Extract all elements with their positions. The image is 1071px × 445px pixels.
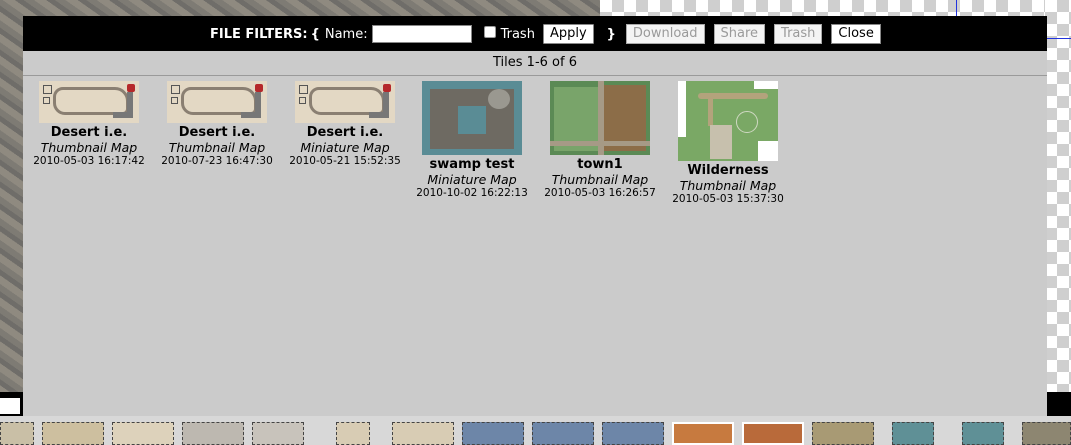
- tile-name: Desert i.e.: [50, 125, 128, 140]
- tile-type: Thumbnail Map: [679, 178, 777, 193]
- tile-name: Desert i.e.: [178, 125, 256, 140]
- share-button[interactable]: Share: [713, 24, 766, 44]
- tile-name: Desert i.e.: [306, 125, 384, 140]
- filter-title: FILE FILTERS:: [210, 26, 308, 42]
- desert-map-thumbnail[interactable]: [39, 81, 139, 123]
- apply-button[interactable]: Apply: [542, 24, 594, 44]
- grid-guide-line: [1045, 38, 1071, 39]
- tile-item[interactable]: Desert i.e. Miniature Map 2010-05-21 15:…: [285, 81, 405, 168]
- left-panel-edge-white: [0, 398, 20, 414]
- strip-tile[interactable]: [182, 422, 244, 445]
- tile-date: 2010-05-03 16:26:57: [544, 187, 656, 199]
- strip-tile[interactable]: [392, 422, 454, 445]
- tile-date: 2010-05-21 15:52:35: [289, 155, 401, 167]
- strip-tile[interactable]: [252, 422, 304, 445]
- strip-tile[interactable]: [812, 422, 874, 445]
- tile-date: 2010-05-03 16:17:42: [33, 155, 145, 167]
- strip-tile[interactable]: [602, 422, 664, 445]
- grid-guide-line: [956, 0, 957, 16]
- tile-date: 2010-05-03 15:37:30: [672, 193, 784, 205]
- tile-type: Thumbnail Map: [40, 140, 138, 155]
- transparent-checker-top: [600, 0, 1045, 16]
- trash-filter-label: Trash: [500, 26, 535, 42]
- tiles-count-label: Tiles 1-6 of 6: [23, 51, 1047, 76]
- strip-tile[interactable]: [42, 422, 104, 445]
- strip-tile[interactable]: [532, 422, 594, 445]
- open-brace: {: [310, 26, 320, 42]
- tile-item[interactable]: Desert i.e. Thumbnail Map 2010-07-23 16:…: [157, 81, 277, 168]
- tile-item[interactable]: Wilderness Thumbnail Map 2010-05-03 15:3…: [668, 81, 788, 206]
- town-map-thumbnail[interactable]: [550, 81, 650, 155]
- tile-name: swamp test: [429, 157, 515, 172]
- strip-tile[interactable]: [462, 422, 524, 445]
- trash-checkbox[interactable]: [483, 26, 496, 38]
- download-button[interactable]: Download: [625, 24, 705, 44]
- strip-tile[interactable]: [962, 422, 1004, 445]
- strip-tile[interactable]: [1022, 422, 1071, 445]
- strip-tile[interactable]: [892, 422, 934, 445]
- tile-item[interactable]: swamp test Miniature Map 2010-10-02 16:2…: [412, 81, 532, 200]
- tile-item[interactable]: town1 Thumbnail Map 2010-05-03 16:26:57: [540, 81, 660, 200]
- bottom-tile-strip[interactable]: [0, 416, 1071, 445]
- transparent-checker-background: [1045, 0, 1071, 445]
- tile-type: Thumbnail Map: [551, 172, 649, 187]
- swamp-map-thumbnail[interactable]: [422, 81, 522, 155]
- trash-button[interactable]: Trash: [774, 24, 823, 44]
- close-brace: }: [606, 26, 616, 42]
- tile-date: 2010-10-02 16:22:13: [416, 187, 528, 199]
- desert-map-thumbnail[interactable]: [167, 81, 267, 123]
- strip-tile[interactable]: [672, 422, 734, 445]
- strip-tile[interactable]: [0, 422, 34, 445]
- tile-item[interactable]: Desert i.e. Thumbnail Map 2010-05-03 16:…: [29, 81, 149, 168]
- tile-type: Miniature Map: [300, 140, 390, 155]
- desert-map-thumbnail[interactable]: [295, 81, 395, 123]
- right-panel-edge: [1047, 392, 1071, 416]
- tile-name: Wilderness: [687, 163, 769, 178]
- tile-type: Thumbnail Map: [168, 140, 266, 155]
- strip-tile[interactable]: [742, 422, 804, 445]
- wilderness-map-thumbnail[interactable]: [678, 81, 778, 161]
- tile-name: town1: [577, 157, 623, 172]
- tile-date: 2010-07-23 16:47:30: [161, 155, 273, 167]
- strip-tile[interactable]: [112, 422, 174, 445]
- tile-type: Miniature Map: [427, 172, 517, 187]
- strip-tile[interactable]: [336, 422, 370, 445]
- name-label: Name:: [324, 26, 368, 42]
- close-button[interactable]: Close: [831, 24, 881, 44]
- name-filter-input[interactable]: [371, 25, 472, 43]
- filter-bar: FILE FILTERS: { Name: Trash Apply } Down…: [23, 16, 1047, 51]
- file-filters-dialog: FILE FILTERS: { Name: Trash Apply } Down…: [23, 16, 1047, 416]
